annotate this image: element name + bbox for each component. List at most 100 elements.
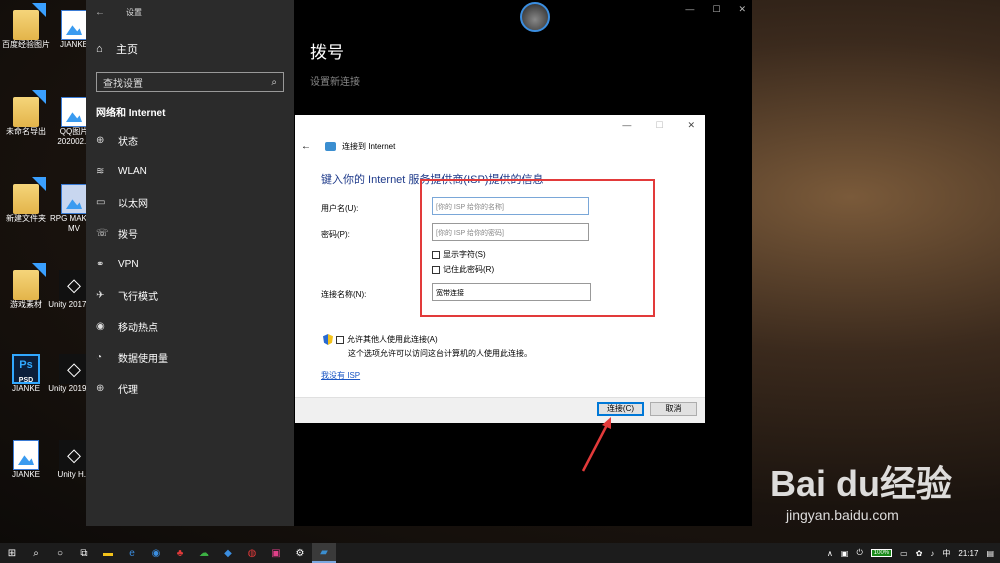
baidu-watermark: Bai du经验 jingyan.baidu.com [770,455,952,523]
hotspot-icon: ◉ [96,321,105,332]
dialup-icon: ☏ [96,228,109,239]
minimize-icon[interactable]: — [685,4,694,15]
app-icon[interactable]: ▣ [264,543,288,563]
battery-indicator[interactable]: 100% [870,549,893,557]
windows-start-icon[interactable]: ⊞ [0,543,24,563]
sidebar-item-label: 数据使用量 [118,354,168,365]
sidebar-item-label: 状态 [118,137,138,148]
avatar [520,2,550,32]
settings-titlebar: ← 设置 [86,0,294,24]
allow-others-checkbox[interactable]: 允许其他人使用此连接(A) [323,334,438,345]
dialog-window-controls: — ☐ ✕ [622,120,695,131]
sidebar-item-label: 移动热点 [118,323,158,334]
desktop-icon-photoshop[interactable]: Ps PSD JIANKE [0,350,52,394]
app-icon[interactable]: ♣ [168,543,192,563]
sidebar-item-label: 拨号 [118,230,138,241]
globe-icon: ⊕ [96,135,105,146]
app-icon[interactable]: ◆ [216,543,240,563]
desktop-icon-folder[interactable]: 新建文件夹 [0,180,52,224]
settings-search-input[interactable]: 查找设置 ⌕ [96,72,284,92]
browser-icon[interactable]: ◉ [144,543,168,563]
notification-icon[interactable]: ▤ [986,549,994,558]
close-icon[interactable]: ✕ [687,120,695,131]
system-tray: ∧ ▣ ⏻ 100% ▭ ✿ ♪ 中 21:17 ▤ [827,543,994,563]
checkbox-box[interactable] [336,335,344,344]
dialog-header: ← 连接到 Internet [301,141,395,152]
allow-others-label: 允许其他人使用此连接(A) [347,335,438,344]
sidebar-item-vpn[interactable]: ⚭ VPN [86,249,294,280]
ethernet-icon: ▭ [96,197,106,208]
sidebar-item-label: 以太网 [118,199,148,210]
folder-icon [13,10,39,40]
watermark-url: jingyan.baidu.com [786,507,899,523]
cancel-button[interactable]: 取消 [650,402,697,416]
network-icon[interactable]: ▰ [312,543,336,563]
back-arrow-icon[interactable]: ← [301,141,311,152]
sidebar-item-proxy[interactable]: ⊕ 代理 [86,373,294,404]
sidebar-item-globe[interactable]: ⊕ 状态 [86,125,294,156]
sidebar-item-ethernet[interactable]: ▭ 以太网 [86,187,294,218]
maximize-icon[interactable]: ☐ [712,4,720,15]
sidebar-item-hotspot[interactable]: ◉ 移动热点 [86,311,294,342]
task-view-icon[interactable]: ⧉ [72,543,96,563]
shield-icon [323,334,333,345]
image-file-icon [61,97,87,127]
sidebar-item-label: 飞行模式 [118,292,158,303]
desktop-icon-label: JIANKE [11,470,40,479]
dialog-title: 连接到 Internet [342,142,396,151]
window-controls: — ☐ ✕ [685,4,746,15]
nav-home[interactable]: ⌂ 主页 [86,34,294,64]
cortana-icon[interactable]: ○ [48,543,72,563]
proxy-icon: ⊕ [96,383,105,394]
no-isp-link[interactable]: 我没有 ISP [321,370,360,381]
search-icon[interactable]: ⌕ [24,543,48,563]
folder-icon [13,97,39,127]
tray-app-icon[interactable]: ▣ [841,549,849,558]
desktop-icon-label: 百度经验图片 [2,40,50,49]
password-label: 密码(P): [321,230,350,239]
network-icon[interactable]: ▭ [900,549,908,558]
tray-app-icon[interactable]: ✿ [916,549,923,558]
desktop-icon-folder[interactable]: 百度经验图片 [0,6,52,50]
search-placeholder: 查找设置 [103,78,143,90]
home-icon: ⌂ [96,43,103,55]
photoshop-icon: Ps PSD [12,354,40,384]
window-title: 设置 [126,7,142,17]
connect-button[interactable]: 连接(C) [597,402,644,416]
rpgmaker-icon [61,184,87,214]
network-icon [325,142,336,151]
edge-icon[interactable]: e [120,543,144,563]
annotation-arrow-icon [581,417,611,472]
wifi-icon: ≋ [96,166,105,177]
wechat-icon[interactable]: ☁ [192,543,216,563]
chevron-up-icon[interactable]: ∧ [827,549,833,558]
folder-icon [13,184,39,214]
clock[interactable]: 21:17 [958,549,978,558]
unity-icon: ◇ [59,354,89,384]
sidebar-item-data-usage[interactable]: ◔ 数据使用量 [86,342,294,373]
image-file-icon [61,10,87,40]
setup-new-connection-link[interactable]: 设置新连接 [310,73,360,88]
image-file-icon [13,440,39,470]
netease-music-icon[interactable]: ◍ [240,543,264,563]
gear-icon[interactable]: ⚙ [288,543,312,563]
back-arrow-icon[interactable]: ← [86,7,114,18]
maximize-icon[interactable]: ☐ [655,120,663,131]
desktop-icon-folder[interactable]: 游戏素材 [0,266,52,310]
sidebar-item-wifi[interactable]: ≋ WLAN [86,156,294,187]
desktop-icon-label: 未命名导出 [6,127,46,136]
file-explorer-icon[interactable]: ▬ [96,543,120,563]
sidebar-item-dialup[interactable]: ☏ 拨号 [86,218,294,249]
sidebar-item-airplane[interactable]: ✈ 飞行模式 [86,280,294,311]
desktop-icon-folder[interactable]: 未命名导出 [0,93,52,137]
folder-icon [13,270,39,300]
close-icon[interactable]: ✕ [738,4,746,15]
desktop-icon-label: JIANKE [59,40,88,49]
nav-home-label: 主页 [116,44,138,56]
plug-icon[interactable]: ⏻ [856,548,862,558]
username-label: 用户名(U): [321,204,359,213]
volume-icon[interactable]: ♪ [930,549,934,558]
input-language[interactable]: 中 [942,548,950,559]
desktop-icon-image[interactable]: JIANKE [0,436,52,480]
minimize-icon[interactable]: — [622,120,631,131]
